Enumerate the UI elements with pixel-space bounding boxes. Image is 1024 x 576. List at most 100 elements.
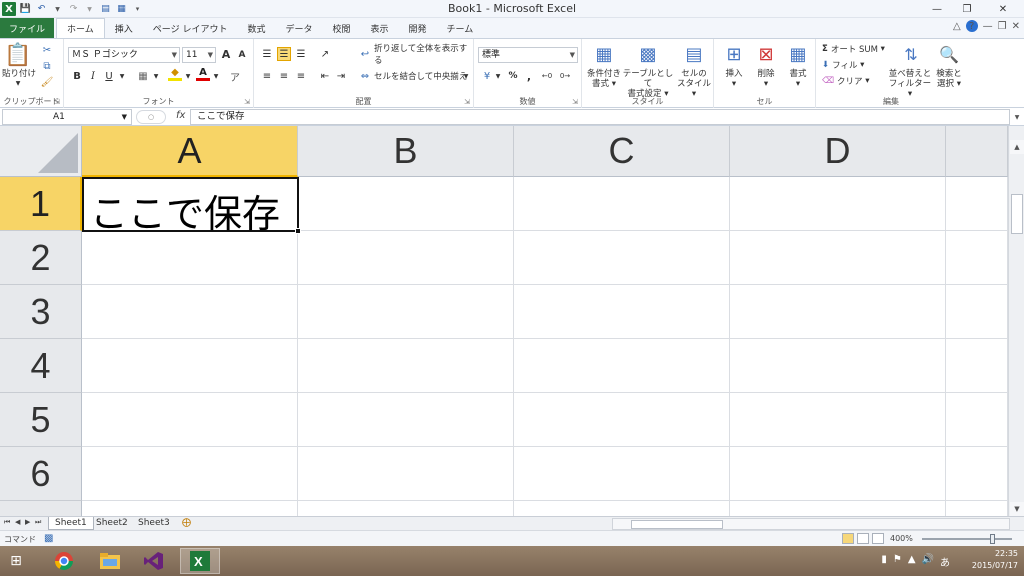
comma-button[interactable]: , [522, 69, 536, 83]
number-format-select[interactable]: 標準 ▼ [478, 47, 578, 63]
explorer-icon[interactable] [90, 548, 130, 574]
cell-d5[interactable] [730, 393, 946, 447]
cell-a6[interactable] [82, 447, 298, 501]
cell-c3[interactable] [514, 285, 730, 339]
horizontal-scroll-thumb[interactable] [631, 520, 723, 529]
next-sheet-icon[interactable]: ▶ [25, 518, 30, 526]
merge-center-icon[interactable]: ⇔ [358, 69, 372, 83]
column-header-a[interactable]: A [82, 126, 298, 177]
format-cells-icon[interactable]: ▦ [786, 42, 810, 66]
horizontal-scrollbar[interactable] [612, 518, 1010, 530]
cell-e7[interactable] [946, 501, 1008, 516]
wrap-text-button[interactable]: 折り返して全体を表示する [374, 44, 473, 66]
vertical-scroll-thumb[interactable] [1011, 194, 1023, 234]
align-right-icon[interactable]: ≡ [294, 69, 308, 83]
cell-c1[interactable] [514, 177, 730, 231]
column-header-d[interactable]: D [730, 126, 946, 177]
bold-button[interactable]: B [70, 69, 84, 83]
cell-b7[interactable] [298, 501, 514, 516]
font-size-select[interactable]: 11 ▼ [182, 47, 216, 63]
collapse-ribbon-icon[interactable]: △ [953, 21, 961, 32]
cell-a5[interactable] [82, 393, 298, 447]
shrink-font-button[interactable]: A [236, 48, 248, 62]
doc-close-button[interactable]: ✕ [1012, 21, 1020, 32]
fill-button[interactable]: ⬇ フィル ▾ [822, 59, 864, 71]
underline-dropdown-icon[interactable]: ▼ [118, 69, 126, 83]
tab-review[interactable]: 校閲 [322, 18, 360, 38]
row-header-3[interactable]: 3 [0, 285, 82, 339]
clock[interactable]: 22:35 2015/07/17 [972, 548, 1018, 572]
clipboard-dialog-launcher-icon[interactable]: ⇲ [54, 98, 60, 106]
zoom-slider[interactable] [922, 534, 1012, 544]
print-preview-icon[interactable]: ▤ [99, 3, 112, 16]
cell-c4[interactable] [514, 339, 730, 393]
cell-e3[interactable] [946, 285, 1008, 339]
cell-e2[interactable] [946, 231, 1008, 285]
merge-dropdown-icon[interactable]: ▼ [462, 69, 470, 83]
row-header-4[interactable]: 4 [0, 339, 82, 393]
volume-icon[interactable]: 🔊 [922, 554, 934, 569]
macro-record-icon[interactable]: ▩ [44, 533, 53, 544]
cell-c2[interactable] [514, 231, 730, 285]
insert-function-button[interactable]: fx [176, 110, 185, 121]
font-color-icon[interactable]: A [196, 67, 210, 81]
last-sheet-icon[interactable]: ⏭ [35, 518, 41, 527]
cell-c5[interactable] [514, 393, 730, 447]
tab-team[interactable]: チーム [437, 18, 484, 38]
font-dialog-launcher-icon[interactable]: ⇲ [244, 98, 250, 106]
delete-cells-icon[interactable]: ⊠ [754, 42, 778, 66]
ime-indicator[interactable]: あ [940, 554, 950, 569]
cell-b2[interactable] [298, 231, 514, 285]
column-header-b[interactable]: B [298, 126, 514, 177]
cell-a4[interactable] [82, 339, 298, 393]
cell-a2[interactable] [82, 231, 298, 285]
sort-filter-icon[interactable]: ⇅ [900, 42, 922, 66]
alignment-dialog-launcher-icon[interactable]: ⇲ [464, 98, 470, 106]
cell-b4[interactable] [298, 339, 514, 393]
name-box[interactable]: A1 ▼ [2, 109, 132, 125]
fill-handle[interactable] [295, 228, 301, 234]
cell-d6[interactable] [730, 447, 946, 501]
decrease-decimal-icon[interactable]: 0→ [558, 69, 572, 83]
cell-b3[interactable] [298, 285, 514, 339]
customize-qat-icon[interactable]: ▾ [131, 3, 144, 16]
tab-formulas[interactable]: 数式 [237, 18, 275, 38]
column-header-e[interactable] [946, 126, 1008, 177]
row-header-5[interactable]: 5 [0, 393, 82, 447]
format-as-table-button[interactable]: テーブルとして 書式設定 ▾ [622, 69, 674, 99]
font-name-select[interactable]: ＭＳ Ｐゴシック ▼ [68, 47, 180, 63]
zoom-level[interactable]: 400% [890, 534, 913, 543]
currency-icon[interactable]: ¥ [480, 69, 494, 83]
paste-button[interactable]: 貼り付け [2, 69, 36, 79]
cell-e1[interactable] [946, 177, 1008, 231]
conditional-format-button[interactable]: 条件付き 書式 ▾ [582, 69, 626, 89]
cell-b6[interactable] [298, 447, 514, 501]
prev-sheet-icon[interactable]: ◀ [15, 518, 20, 526]
cell-b1[interactable] [298, 177, 514, 231]
grow-font-button[interactable]: A [220, 47, 232, 61]
cell-d3[interactable] [730, 285, 946, 339]
cell-e5[interactable] [946, 393, 1008, 447]
wrap-text-icon[interactable]: ↩ [358, 47, 372, 61]
currency-dropdown-icon[interactable]: ▼ [494, 69, 502, 83]
italic-button[interactable]: I [86, 69, 100, 83]
cut-icon[interactable]: ✂ [40, 43, 54, 57]
tab-page-layout[interactable]: ページ レイアウト [143, 18, 238, 38]
excel-taskbar-icon[interactable]: X [180, 548, 220, 574]
format-painter-icon[interactable]: 🖌 [40, 75, 54, 89]
insert-cells-icon[interactable]: ⊞ [722, 42, 746, 66]
increase-indent-icon[interactable]: ⇥ [334, 69, 348, 83]
doc-minimize-button[interactable]: — [983, 21, 993, 32]
page-break-view-button[interactable] [872, 533, 884, 544]
row-header-7[interactable] [0, 501, 82, 516]
save-icon[interactable]: 💾 [19, 3, 32, 16]
increase-decimal-icon[interactable]: ←0 [540, 69, 554, 83]
decrease-indent-icon[interactable]: ⇤ [318, 69, 332, 83]
merge-center-button[interactable]: セルを結合して中央揃え [374, 69, 467, 83]
tab-data[interactable]: データ [275, 18, 322, 38]
autosum-button[interactable]: Σ オート SUM ▾ [822, 43, 885, 55]
border-icon[interactable]: ▦ [136, 69, 150, 83]
cell-a3[interactable] [82, 285, 298, 339]
restore-button[interactable]: ❐ [952, 0, 982, 18]
tab-developer[interactable]: 開発 [399, 18, 437, 38]
